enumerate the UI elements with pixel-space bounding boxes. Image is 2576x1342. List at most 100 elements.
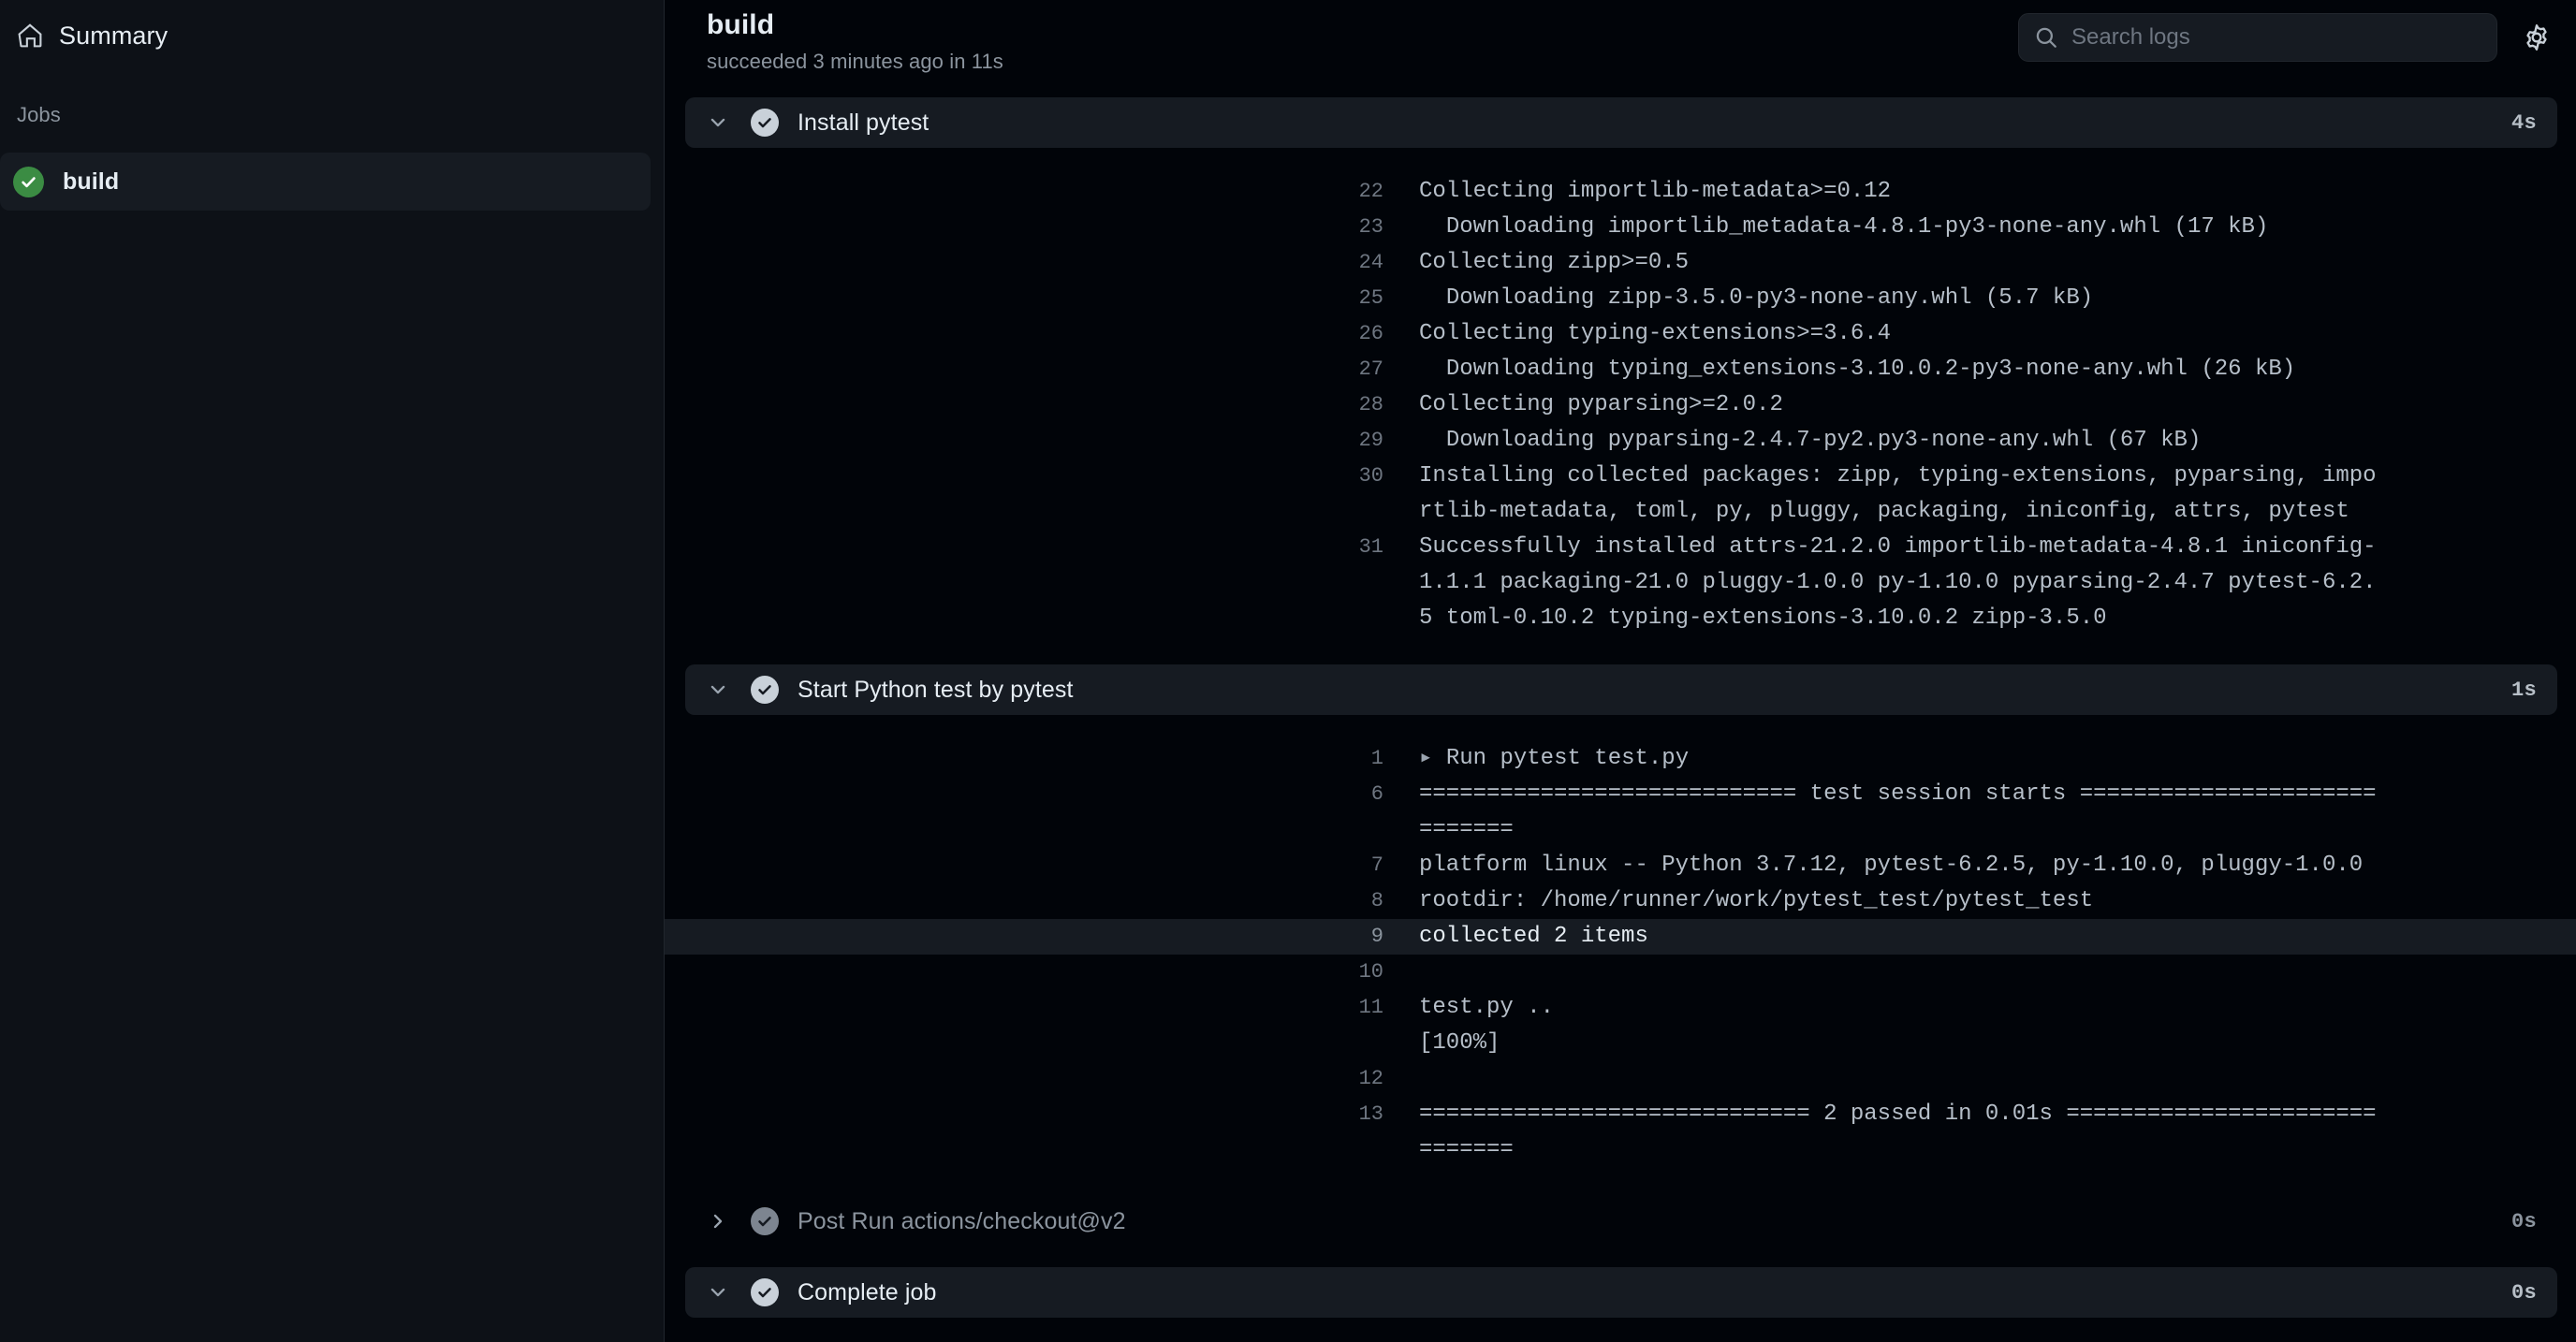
log-line-number: 11	[1358, 996, 1383, 1019]
log-line: 23 Downloading importlib_metadata-4.8.1-…	[665, 210, 2576, 245]
sidebar-job-label: build	[63, 168, 120, 195]
job-status-text: succeeded 3 minutes ago in 11s	[707, 50, 1003, 73]
log-line-text: Downloading importlib_metadata-4.8.1-py3…	[1419, 214, 2269, 240]
check-circle-icon	[751, 1278, 779, 1306]
log-line-number: 12	[1358, 1067, 1383, 1090]
log-panel: build succeeded 3 minutes ago in 11s Sea…	[665, 0, 2576, 1342]
log-line: 9 collected 2 items	[665, 919, 2576, 955]
log-line-text: ============================ test sessio…	[1419, 781, 2377, 842]
log-line-number: 24	[1358, 251, 1383, 274]
sidebar-item-summary[interactable]: Summary	[0, 0, 664, 58]
log-line-number: 28	[1358, 393, 1383, 416]
log-line-number: 7	[1370, 853, 1383, 877]
actions-run-viewer: Summary Jobs build build succeeded 3 min…	[0, 0, 2576, 1342]
log-line-text	[1419, 955, 2576, 990]
log-line-text: Collecting pyparsing>=2.0.2	[1419, 392, 1783, 417]
step-header[interactable]: Complete job 0s	[685, 1267, 2557, 1318]
log-line-text: Successfully installed attrs-21.2.0 impo…	[1419, 534, 2377, 631]
log-scroll-region[interactable]: Install pytest 4s 22 Collecting importlib-m…	[665, 79, 2576, 1342]
log-line: 29 Downloading pyparsing-2.4.7-py2.py3-n…	[665, 423, 2576, 459]
log-line-number: 25	[1358, 286, 1383, 310]
settings-button[interactable]	[2516, 17, 2557, 58]
log-line-text: collected 2 items	[1419, 924, 1648, 949]
log-line: 10	[665, 955, 2576, 990]
log-line-text: Collecting typing-extensions>=3.6.4	[1419, 321, 1892, 346]
log-line: 22 Collecting importlib-metadata>=0.12	[665, 174, 2576, 210]
log-line-text: Collecting zipp>=0.5	[1419, 250, 1690, 275]
log-line-text: rootdir: /home/runner/work/pytest_test/p…	[1419, 888, 2094, 913]
log-spacer	[665, 715, 2576, 736]
check-circle-icon	[751, 1207, 779, 1235]
log-spacer	[665, 1247, 2576, 1267]
step-duration: 1s	[2510, 678, 2537, 702]
log-line-label: Run pytest test.py	[1445, 746, 1690, 771]
log-output: 1Cleaning up orphan processes	[665, 1338, 2576, 1342]
log-line: 30 Installing collected packages: zipp, t…	[665, 459, 2576, 530]
search-logs-box[interactable]	[2018, 13, 2497, 62]
chevron-down-icon[interactable]	[706, 110, 730, 135]
log-toolbar	[2018, 7, 2557, 62]
page-title: build	[707, 9, 775, 40]
gear-icon	[2523, 23, 2551, 51]
log-line: 8 rootdir: /home/runner/work/pytest_test/…	[665, 883, 2576, 919]
chevron-down-icon[interactable]	[706, 678, 730, 702]
log-line-text: ▸ Run pytest test.py	[1419, 741, 2576, 777]
chevron-down-icon[interactable]	[706, 1280, 730, 1305]
step-header[interactable]: Start Python test by pytest 1s	[685, 664, 2557, 715]
search-input[interactable]	[2071, 24, 2481, 51]
log-line-text: Installing collected packages: zipp, typ…	[1419, 463, 2377, 524]
log-line-text: ============================= 2 passed i…	[1419, 1101, 2377, 1162]
log-output: 1 ▸ Run pytest test.py 6 ==================…	[665, 736, 2576, 1168]
log-line-number: 26	[1358, 322, 1383, 345]
log-line: 31 Successfully installed attrs-21.2.0 im…	[665, 530, 2576, 636]
log-line: 7 platform linux -- Python 3.7.12, pytest…	[665, 848, 2576, 883]
log-line-text: Downloading pyparsing-2.4.7-py2.py3-none…	[1419, 428, 2202, 453]
sidebar-item-job-build[interactable]: build	[0, 153, 651, 211]
log-line-number: 23	[1358, 215, 1383, 239]
log-line-number: 8	[1370, 889, 1383, 912]
log-line-number: 22	[1358, 180, 1383, 203]
log-line-number: 31	[1358, 535, 1383, 559]
log-line-text	[1419, 1061, 2576, 1097]
log-line-text: Downloading typing_extensions-3.10.0.2-p…	[1419, 357, 2296, 382]
step-title: Post Run actions/checkout@v2	[798, 1207, 1126, 1234]
log-line: 26 Collecting typing-extensions>=3.6.4	[665, 316, 2576, 352]
home-icon	[17, 22, 43, 49]
group-expand-triangle-icon[interactable]: ▸	[1419, 746, 1446, 771]
log-line-number: 13	[1358, 1102, 1383, 1126]
log-panel-header: build succeeded 3 minutes ago in 11s	[665, 0, 2576, 79]
step-duration: 0s	[2510, 1209, 2537, 1233]
log-spacer	[665, 148, 2576, 168]
log-spacer	[665, 1168, 2576, 1196]
log-line-number: 6	[1370, 782, 1383, 806]
jobs-sidebar: Summary Jobs build	[0, 0, 665, 1342]
log-line: 6 ============================ test sessi…	[665, 777, 2576, 848]
log-spacer	[665, 1318, 2576, 1338]
log-line-text: test.py .. [100%]	[1419, 995, 2377, 1056]
job-heading-block: build succeeded 3 minutes ago in 11s	[707, 7, 2018, 74]
step-title: Install pytest	[798, 109, 929, 136]
log-line: 27 Downloading typing_extensions-3.10.0.…	[665, 352, 2576, 387]
step-duration: 4s	[2510, 110, 2537, 135]
log-output: 22 Collecting importlib-metadata>=0.12 23 …	[665, 168, 2576, 636]
log-line-number: 30	[1358, 464, 1383, 488]
log-line: 24 Collecting zipp>=0.5	[665, 245, 2576, 281]
step-duration: 0s	[2510, 1280, 2537, 1305]
check-circle-icon	[751, 676, 779, 704]
sidebar-item-summary-label: Summary	[59, 21, 168, 50]
search-icon	[2034, 25, 2058, 50]
sidebar-jobs-heading: Jobs	[17, 103, 61, 126]
log-line-number: 29	[1358, 429, 1383, 452]
log-line-number: 1	[1370, 747, 1383, 770]
steps-list: Install pytest 4s 22 Collecting importlib-m…	[665, 79, 2576, 1342]
step-header[interactable]: Install pytest 4s	[685, 97, 2557, 148]
log-line: 28 Collecting pyparsing>=2.0.2	[665, 387, 2576, 423]
chevron-right-icon[interactable]	[706, 1209, 730, 1233]
check-circle-icon	[751, 109, 779, 137]
log-line-text: platform linux -- Python 3.7.12, pytest-…	[1419, 853, 2364, 878]
log-line-number: 10	[1358, 960, 1383, 984]
log-line: 11 test.py .. [100%]	[665, 990, 2576, 1061]
step-header[interactable]: Post Run actions/checkout@v2 0s	[685, 1196, 2557, 1247]
log-line-text: Downloading zipp-3.5.0-py3-none-any.whl …	[1419, 285, 2094, 311]
step-title: Start Python test by pytest	[798, 676, 1074, 703]
